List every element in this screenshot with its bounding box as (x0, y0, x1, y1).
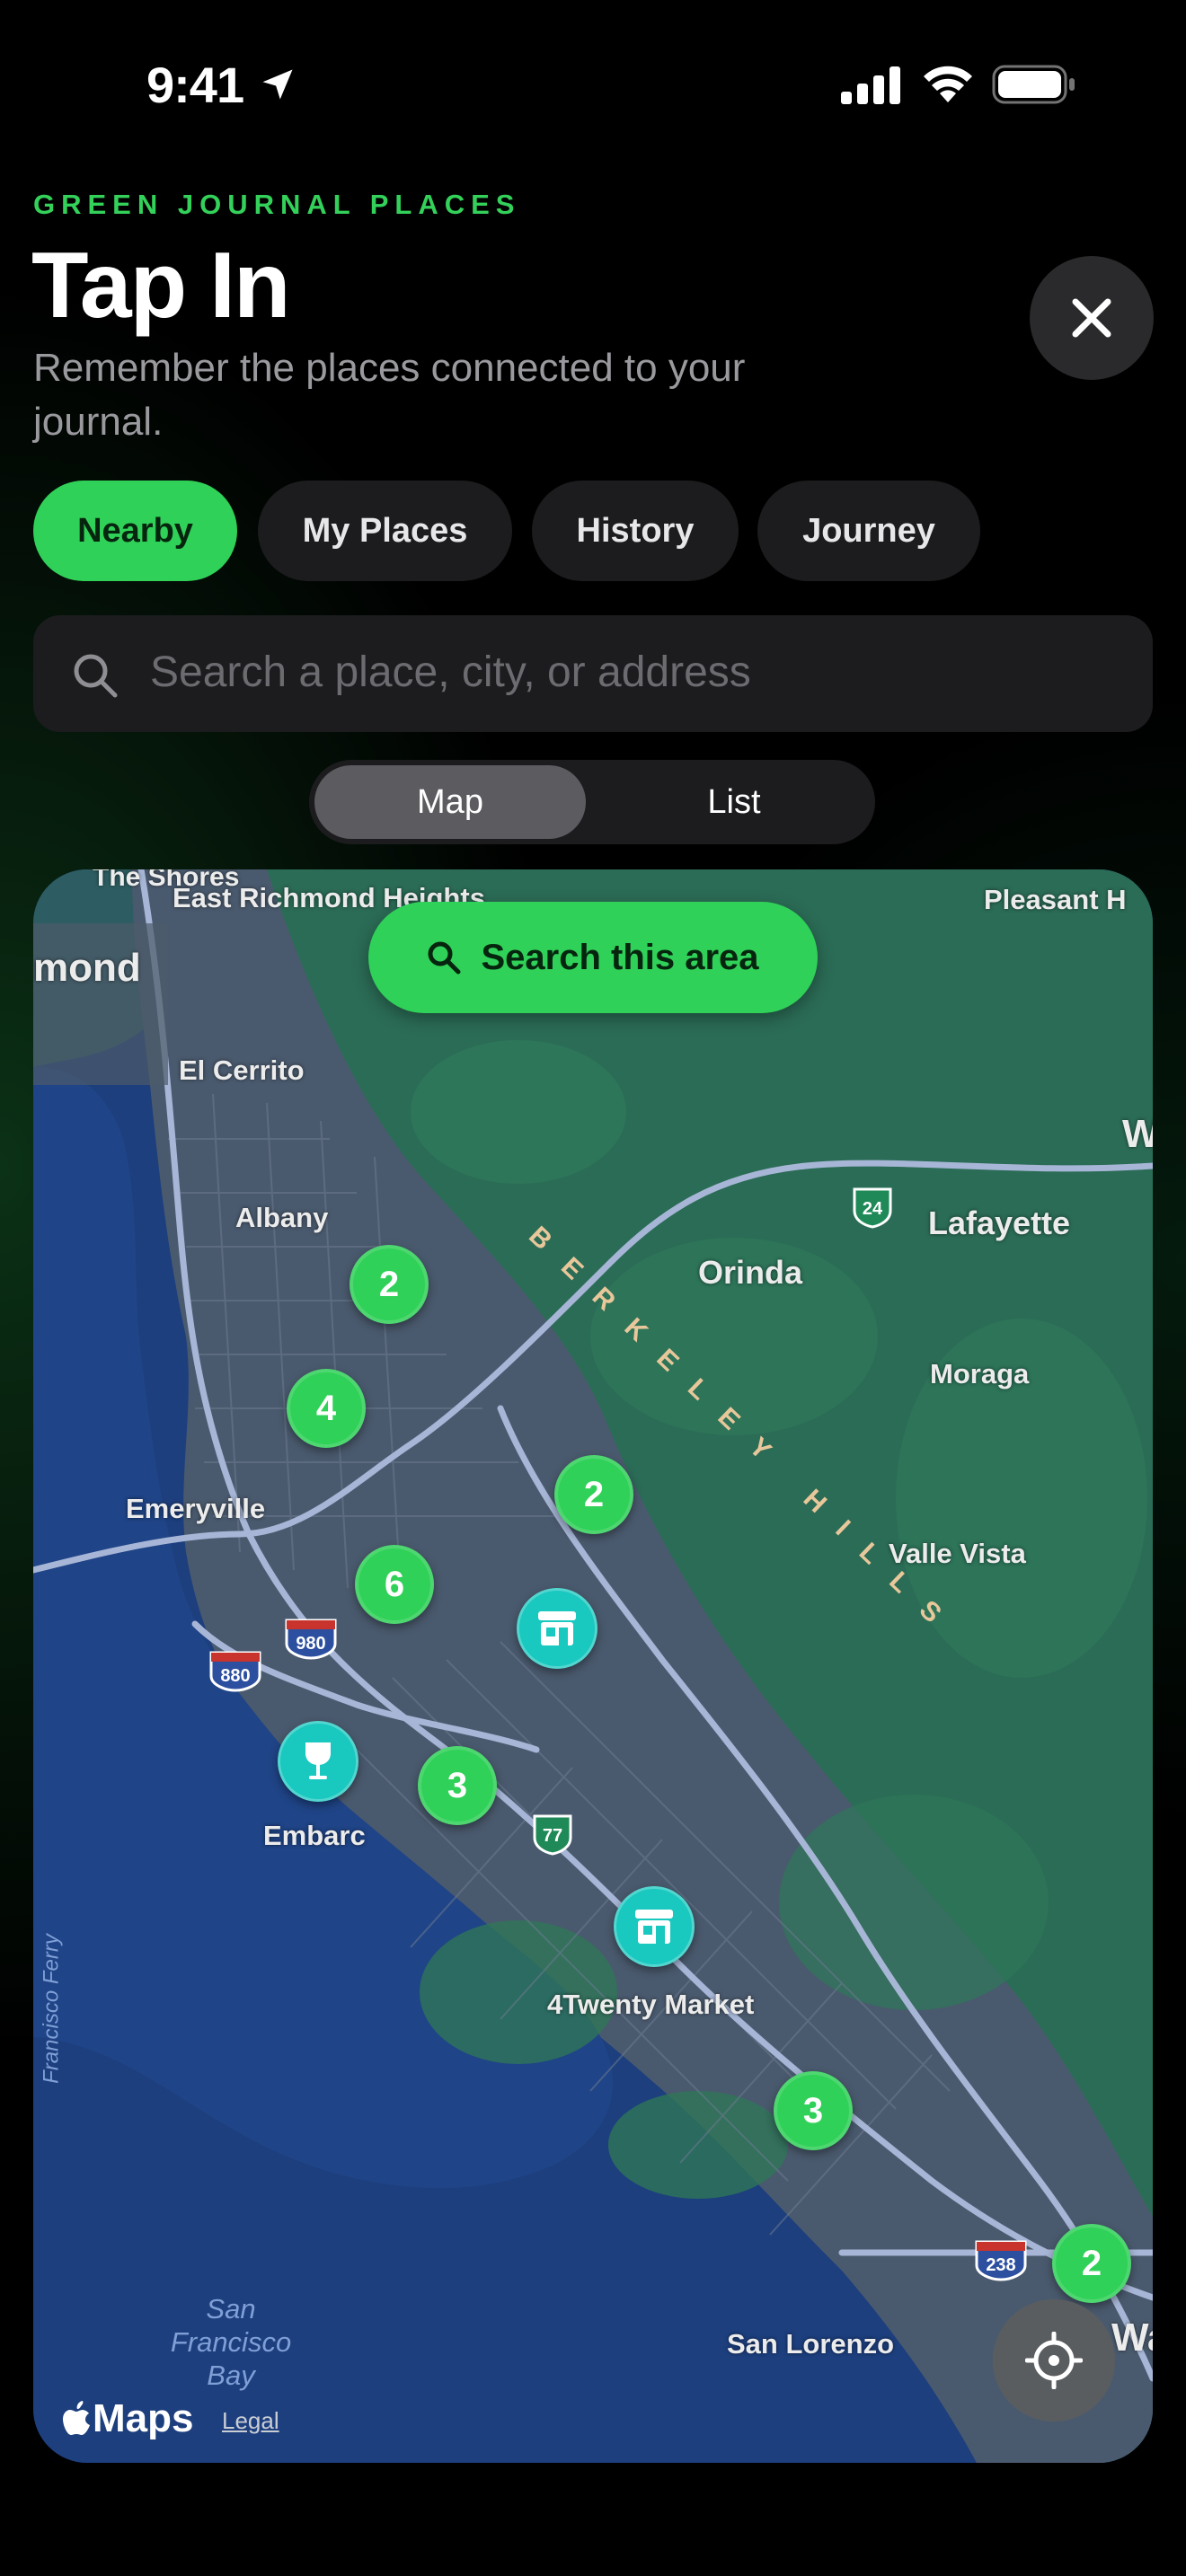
map-label-emeryville: Emeryville (126, 1493, 266, 1524)
highway-shield-24: 24 (849, 1186, 896, 1233)
wine-glass-icon (305, 1742, 331, 1779)
search-input[interactable]: Search a place, city, or address (33, 615, 1153, 732)
filter-chip-nearby[interactable]: Nearby (33, 481, 237, 581)
filter-chip-history[interactable]: History (532, 481, 739, 581)
place-cluster[interactable]: 2 (554, 1455, 633, 1534)
map-label-san-lorenzo: San Lorenzo (727, 2328, 895, 2360)
search-icon (428, 941, 461, 975)
map-label-sf-bay: San Francisco Bay (170, 2293, 292, 2391)
close-button[interactable] (1030, 256, 1154, 380)
app-eyebrow: GREEN JOURNAL PLACES (33, 189, 521, 220)
location-arrow-icon (262, 69, 293, 100)
place-cluster[interactable]: 3 (774, 2071, 853, 2150)
highway-shield-880: 880 (208, 1649, 263, 1697)
svg-text:238: 238 (986, 2255, 1015, 2275)
highway-shield-980: 980 (283, 1617, 339, 1664)
svg-text:880: 880 (220, 1666, 250, 1686)
map-label-sf-ferry: Francisco Ferry (39, 1934, 64, 2084)
maps-brand: Maps (93, 2396, 194, 2440)
map-view[interactable]: The Shores East Richmond Heights mond Pl… (33, 869, 1153, 2463)
status-time: 9:41 (146, 57, 244, 113)
store-marker[interactable] (614, 1886, 695, 1967)
place-cluster[interactable]: 4 (287, 1369, 366, 1448)
highway-shield-77: 77 (529, 1813, 576, 1860)
map-label-el-cerrito: El Cerrito (179, 1054, 305, 1086)
storefront-icon (635, 1910, 673, 1944)
search-this-area-button[interactable]: Search this area (368, 902, 818, 1013)
map-label-pleasant-hill: Pleasant H (984, 884, 1127, 915)
page-subtitle: Remember the places connected to your jo… (33, 346, 746, 444)
svg-text:BERKELEY HILLS: BERKELEY HILLS (523, 1221, 965, 1645)
filter-chip-my-places[interactable]: My Places (258, 481, 512, 581)
view-toggle: Map List (309, 760, 875, 844)
view-toggle-map[interactable]: Map (314, 765, 586, 839)
highway-shield-238: 238 (973, 2238, 1029, 2286)
search-icon (74, 654, 118, 698)
storefront-icon (538, 1611, 576, 1645)
crosshair-icon (1025, 2332, 1083, 2389)
map-label-wc: W C (1122, 1112, 1153, 1156)
map-label-embarc: Embarc (263, 1820, 366, 1851)
page-title: Tap In (31, 234, 290, 338)
maps-attribution: Maps (62, 2396, 193, 2441)
map-label-4twenty-market: 4Twenty Market (547, 1989, 755, 2020)
search-placeholder: Search a place, city, or address (150, 648, 751, 696)
place-cluster[interactable]: 2 (1052, 2224, 1131, 2303)
cellular-signal-icon (841, 66, 900, 104)
wine-bar-marker[interactable] (278, 1721, 358, 1802)
wifi-icon (924, 66, 972, 102)
close-icon (1072, 298, 1111, 338)
status-bar: 9:41 (0, 0, 1186, 171)
svg-text:24: 24 (863, 1199, 883, 1219)
map-label-wa: Wa (1111, 2316, 1153, 2360)
place-cluster[interactable]: 3 (418, 1746, 497, 1825)
map-label-richmond: mond (33, 946, 141, 990)
map-label-east-richmond: East Richmond Heights (173, 882, 485, 913)
view-toggle-list[interactable]: List (598, 765, 870, 839)
battery-icon (992, 65, 1075, 104)
store-marker[interactable] (517, 1588, 597, 1669)
map-label-albany: Albany (235, 1202, 329, 1233)
apple-logo-icon (63, 2401, 90, 2435)
filter-chip-journey[interactable]: Journey (757, 481, 980, 581)
place-cluster[interactable]: 2 (350, 1245, 429, 1324)
current-location-button[interactable] (993, 2299, 1115, 2422)
svg-text:980: 980 (296, 1634, 325, 1654)
legal-link[interactable]: Legal (222, 2407, 279, 2435)
place-cluster[interactable]: 6 (355, 1545, 434, 1624)
svg-text:77: 77 (543, 1826, 562, 1846)
search-this-area-label: Search this area (481, 937, 759, 977)
